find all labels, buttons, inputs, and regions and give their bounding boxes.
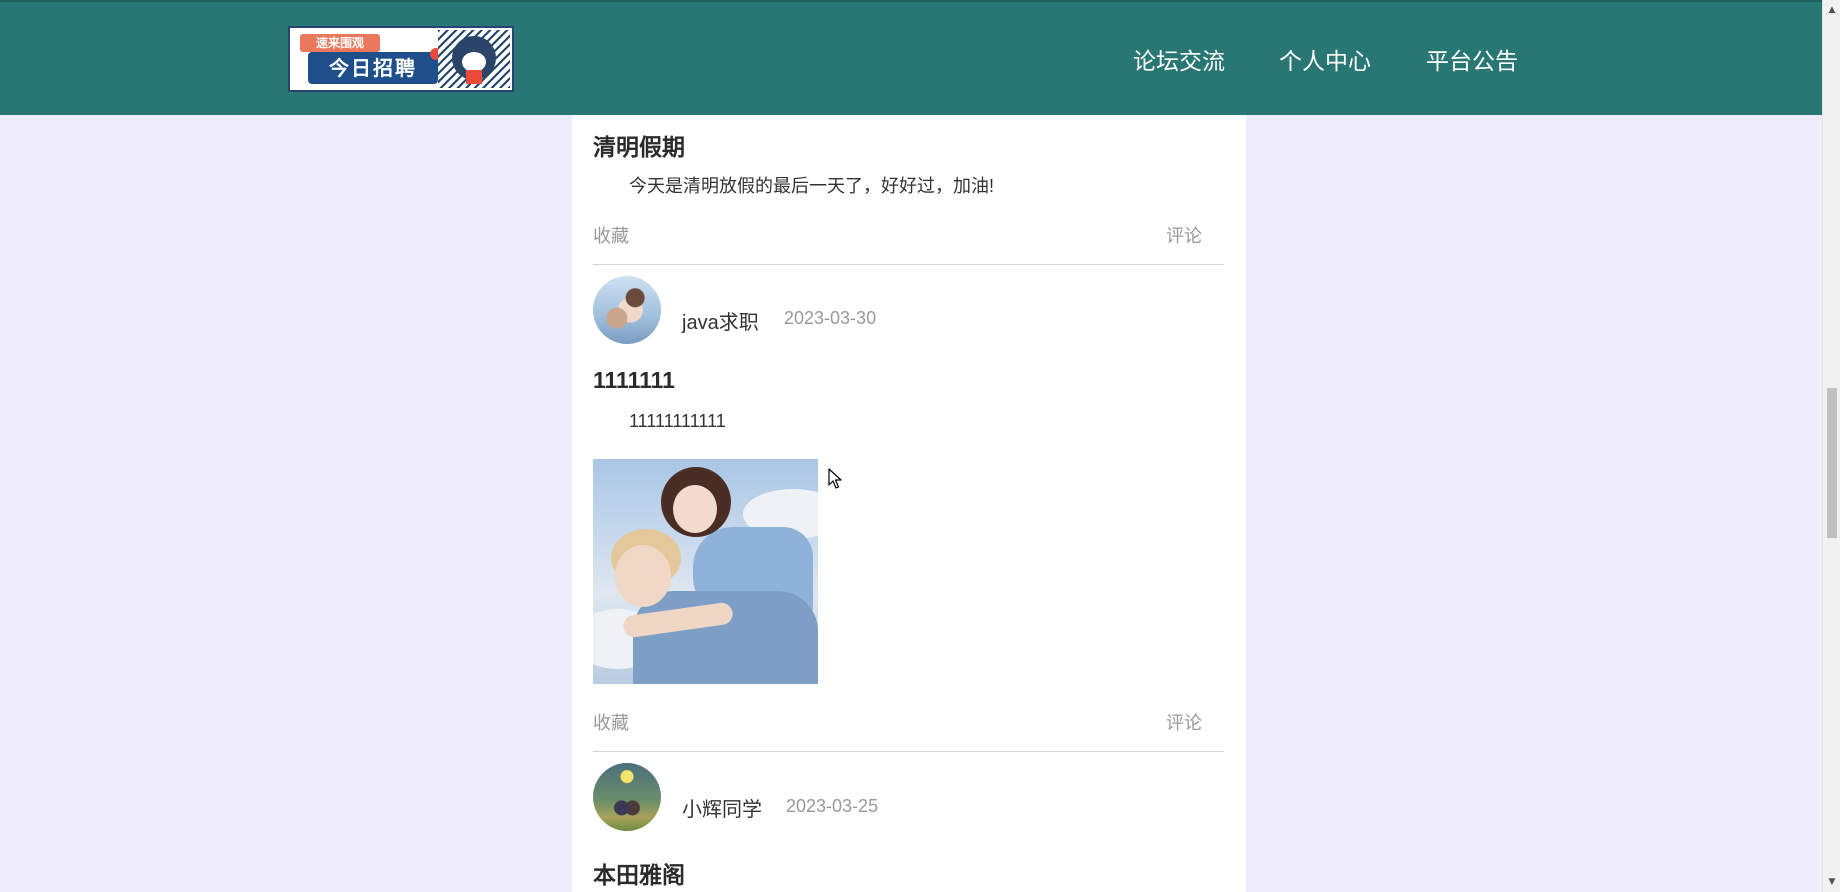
post-divider xyxy=(593,264,1224,265)
scroll-up-arrow-icon[interactable]: ▲ xyxy=(1823,2,1840,18)
user-avatar[interactable] xyxy=(593,276,661,344)
post-title[interactable]: 清明假期 xyxy=(593,128,685,162)
post-title[interactable]: 本田雅阁 xyxy=(593,856,685,890)
comment-button[interactable]: 评论 xyxy=(1166,222,1202,248)
nav-profile[interactable]: 个人中心 xyxy=(1279,2,1371,115)
user-avatar[interactable] xyxy=(593,763,661,831)
post-title[interactable]: 1111111 xyxy=(593,367,675,394)
scroll-down-arrow-icon[interactable]: ▼ xyxy=(1823,874,1840,890)
top-header: 速来围观 今日招聘 论坛交流 个人中心 平台公告 xyxy=(0,0,1822,115)
post-username[interactable]: java求职 xyxy=(682,306,759,335)
post-divider xyxy=(593,751,1224,752)
nav-forum[interactable]: 论坛交流 xyxy=(1133,2,1225,115)
logo-tag: 速来围观 xyxy=(300,34,380,52)
nav-notice[interactable]: 平台公告 xyxy=(1426,2,1518,115)
post-username[interactable]: 小辉同学 xyxy=(682,793,762,822)
post-image[interactable] xyxy=(593,459,818,684)
logo-title: 今日招聘 xyxy=(308,52,438,84)
logo-mascot-icon xyxy=(438,30,510,88)
forum-post-list: 清明假期 今天是清明放假的最后一天了，好好过，加油! 收藏 评论 java求职 … xyxy=(572,0,1246,892)
post-date: 2023-03-30 xyxy=(784,308,877,328)
comment-button[interactable]: 评论 xyxy=(1166,709,1202,735)
vertical-scrollbar[interactable]: ▲ ▼ xyxy=(1822,0,1840,892)
favorite-button[interactable]: 收藏 xyxy=(593,709,629,735)
favorite-button[interactable]: 收藏 xyxy=(593,222,629,248)
page: 速来围观 今日招聘 论坛交流 个人中心 平台公告 清明假期 今天是清明放假的最后… xyxy=(0,0,1840,892)
site-logo[interactable]: 速来围观 今日招聘 xyxy=(288,26,514,92)
post-body: 今天是清明放假的最后一天了，好好过，加油! xyxy=(629,176,994,196)
post-body: 11111111111 xyxy=(629,411,726,431)
mouse-pointer-icon xyxy=(828,468,842,489)
scroll-thumb[interactable] xyxy=(1827,388,1837,538)
post-date: 2023-03-25 xyxy=(786,796,879,816)
